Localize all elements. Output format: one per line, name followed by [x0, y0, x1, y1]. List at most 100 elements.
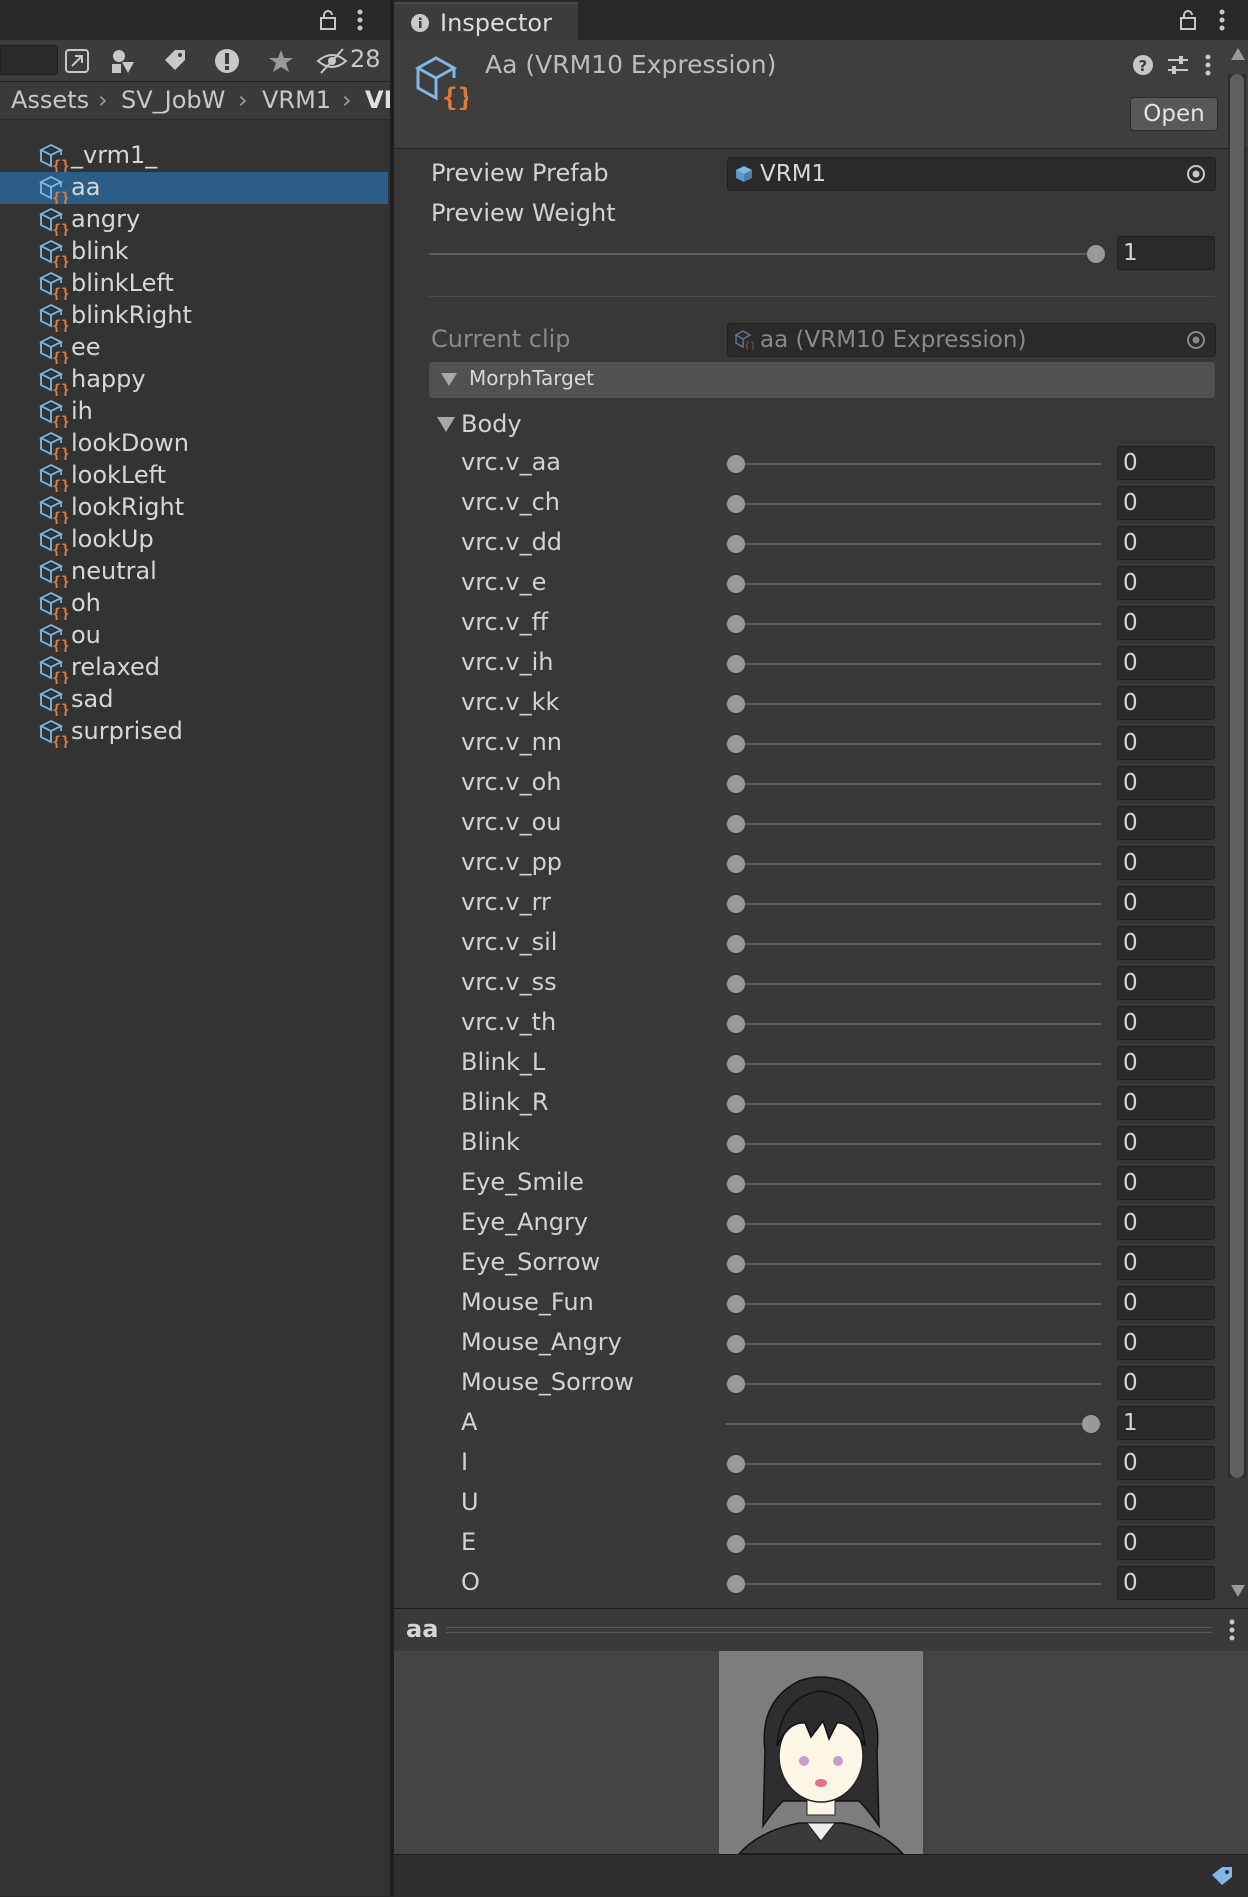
list-item[interactable]: {}happy	[0, 364, 388, 396]
morph-target-value-input[interactable]: 0	[1117, 1286, 1215, 1320]
morph-target-slider-track[interactable]	[726, 903, 1101, 905]
morph-target-value-input[interactable]: 0	[1117, 686, 1215, 720]
list-item[interactable]: {}_vrm1_	[0, 140, 388, 172]
morph-target-slider-handle[interactable]	[727, 1015, 745, 1033]
list-item[interactable]: {}lookDown	[0, 428, 388, 460]
morph-target-slider-track[interactable]	[726, 743, 1101, 745]
more-menu-icon[interactable]	[356, 9, 364, 31]
morph-target-value-input[interactable]: 0	[1117, 606, 1215, 640]
body-foldout-label[interactable]: Body	[461, 410, 522, 438]
search-by-type-icon[interactable]	[62, 46, 98, 76]
morph-target-slider-handle[interactable]	[727, 495, 745, 513]
morph-target-slider-handle[interactable]	[1082, 1415, 1100, 1433]
morph-target-slider-track[interactable]	[726, 1303, 1101, 1305]
morph-target-value-input[interactable]: 0	[1117, 1366, 1215, 1400]
morph-target-slider-handle[interactable]	[727, 535, 745, 553]
morph-target-value-input[interactable]: 0	[1117, 1326, 1215, 1360]
morph-target-slider-handle[interactable]	[727, 815, 745, 833]
morph-target-slider-handle[interactable]	[727, 895, 745, 913]
tab-inspector[interactable]: Inspector	[394, 2, 578, 42]
breadcrumb-sv-jobw[interactable]: SV_JobW	[121, 86, 225, 114]
list-item[interactable]: {}aa	[0, 172, 388, 204]
presets-icon[interactable]	[1166, 54, 1190, 76]
morph-target-slider-track[interactable]	[726, 1023, 1101, 1025]
list-item[interactable]: {}angry	[0, 204, 388, 236]
morph-target-value-input[interactable]: 0	[1117, 1046, 1215, 1080]
morph-target-slider-handle[interactable]	[727, 975, 745, 993]
morph-target-slider-track[interactable]	[726, 1383, 1101, 1385]
preview-weight-slider-handle[interactable]	[1087, 245, 1105, 263]
hidden-packages-icon[interactable]	[316, 46, 350, 76]
morphtarget-foldout[interactable]: MorphTarget	[429, 362, 1215, 398]
morph-target-value-input[interactable]: 0	[1117, 1126, 1215, 1160]
morph-target-value-input[interactable]: 0	[1117, 566, 1215, 600]
asset-label-icon[interactable]	[1210, 1865, 1234, 1887]
avatar-preview-image[interactable]	[719, 1651, 923, 1854]
lock-icon[interactable]	[1178, 9, 1198, 31]
morph-target-slider-handle[interactable]	[727, 935, 745, 953]
morph-target-value-input[interactable]: 0	[1117, 446, 1215, 480]
morph-target-value-input[interactable]: 0	[1117, 646, 1215, 680]
morph-target-slider-track[interactable]	[726, 1223, 1101, 1225]
list-item[interactable]: {}oh	[0, 588, 388, 620]
list-item[interactable]: {}lookRight	[0, 492, 388, 524]
morph-target-slider-track[interactable]	[726, 1463, 1101, 1465]
morph-target-value-input[interactable]: 0	[1117, 1086, 1215, 1120]
list-item[interactable]: {}lookLeft	[0, 460, 388, 492]
favorites-star-icon[interactable]	[266, 46, 302, 76]
preview-weight-input[interactable]: 1	[1117, 236, 1215, 270]
morph-target-slider-track[interactable]	[726, 663, 1101, 665]
help-icon[interactable]: ?	[1132, 54, 1154, 76]
filter-by-label-icon[interactable]	[160, 46, 196, 76]
morph-target-value-input[interactable]: 0	[1117, 926, 1215, 960]
morph-target-value-input[interactable]: 0	[1117, 1206, 1215, 1240]
morph-target-value-input[interactable]: 0	[1117, 886, 1215, 920]
morph-target-slider-handle[interactable]	[727, 1255, 745, 1273]
morph-target-slider-handle[interactable]	[727, 1135, 745, 1153]
breadcrumb-vrm1[interactable]: VRM1	[262, 86, 331, 114]
morph-target-slider-handle[interactable]	[727, 775, 745, 793]
morph-target-value-input[interactable]: 0	[1117, 846, 1215, 880]
morph-target-slider-track[interactable]	[726, 823, 1101, 825]
morph-target-slider-handle[interactable]	[727, 615, 745, 633]
morph-target-value-input[interactable]: 0	[1117, 1246, 1215, 1280]
morph-target-slider-handle[interactable]	[727, 1575, 745, 1593]
morph-target-slider-track[interactable]	[726, 503, 1101, 505]
morph-target-slider-track[interactable]	[726, 1343, 1101, 1345]
morph-target-value-input[interactable]: 1	[1117, 1406, 1215, 1440]
morph-target-slider-handle[interactable]	[727, 735, 745, 753]
warning-filter-icon[interactable]	[212, 46, 248, 76]
morph-target-slider-handle[interactable]	[727, 575, 745, 593]
morph-target-slider-track[interactable]	[726, 543, 1101, 545]
morph-target-slider-track[interactable]	[726, 1423, 1101, 1425]
morph-target-value-input[interactable]: 0	[1117, 1566, 1215, 1600]
morph-target-slider-handle[interactable]	[727, 1495, 745, 1513]
scroll-down-arrow-icon[interactable]	[1231, 1585, 1245, 1597]
morph-target-slider-handle[interactable]	[727, 695, 745, 713]
object-picker-icon[interactable]	[1186, 164, 1206, 184]
morph-target-slider-track[interactable]	[726, 1543, 1101, 1545]
morph-target-slider-track[interactable]	[726, 1583, 1101, 1585]
morph-target-slider-track[interactable]	[726, 583, 1101, 585]
morph-target-slider-track[interactable]	[726, 783, 1101, 785]
morph-target-slider-track[interactable]	[726, 1263, 1101, 1265]
morph-target-slider-handle[interactable]	[727, 1535, 745, 1553]
morph-target-value-input[interactable]: 0	[1117, 1166, 1215, 1200]
search-input[interactable]	[0, 45, 58, 75]
morph-target-slider-track[interactable]	[726, 623, 1101, 625]
morph-target-slider-track[interactable]	[726, 703, 1101, 705]
morph-target-slider-track[interactable]	[726, 1103, 1101, 1105]
morph-target-slider-handle[interactable]	[727, 1095, 745, 1113]
preview-weight-slider-track[interactable]	[429, 253, 1096, 255]
morph-target-value-input[interactable]: 0	[1117, 806, 1215, 840]
list-item[interactable]: {}neutral	[0, 556, 388, 588]
list-item[interactable]: {}sad	[0, 684, 388, 716]
morph-target-slider-track[interactable]	[726, 943, 1101, 945]
list-item[interactable]: {}blink	[0, 236, 388, 268]
list-item[interactable]: {}blinkLeft	[0, 268, 388, 300]
morph-target-slider-track[interactable]	[726, 463, 1101, 465]
morph-target-slider-track[interactable]	[726, 1063, 1101, 1065]
morph-target-value-input[interactable]: 0	[1117, 726, 1215, 760]
morph-target-value-input[interactable]: 0	[1117, 526, 1215, 560]
filter-by-type-icon[interactable]	[108, 46, 144, 76]
